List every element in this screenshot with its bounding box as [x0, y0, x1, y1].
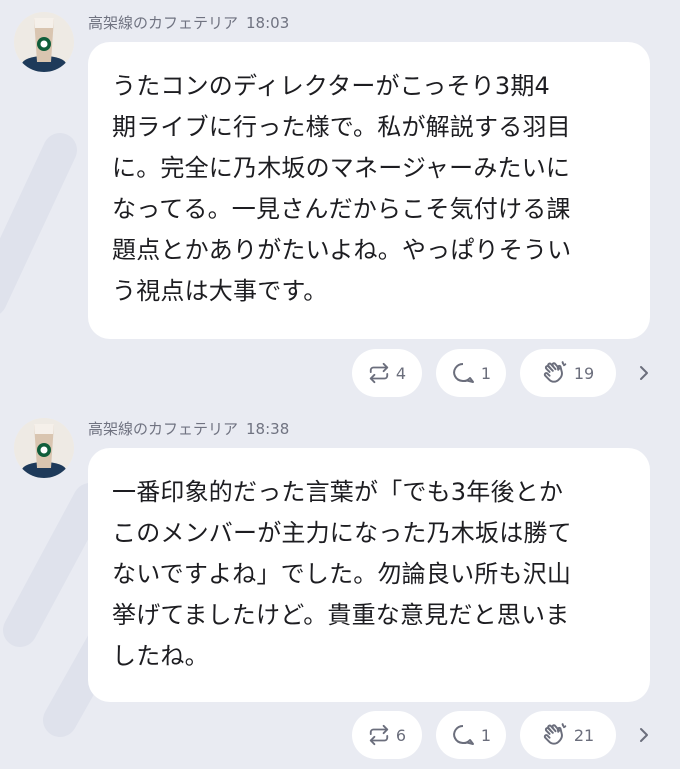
clap-button[interactable]: 21 — [520, 711, 616, 759]
chevron-right-icon[interactable] — [634, 363, 654, 383]
message-line: なってる。一見さんだからこそ気付ける課 — [112, 195, 571, 223]
message-bubble: うたコンのディレクターがこっそり3期4 期ライブに行った様で。私が解説する羽目 … — [88, 42, 650, 339]
repost-icon — [369, 362, 389, 384]
avatar[interactable] — [14, 12, 74, 72]
post-meta: 高架線のカフェテリア 18:38 — [88, 418, 289, 439]
clap-icon — [543, 361, 567, 383]
clap-button[interactable]: 19 — [520, 349, 616, 397]
clap-count: 21 — [573, 725, 595, 745]
repost-count: 6 — [395, 725, 407, 745]
message-line: 期ライブに行った様で。私が解説する羽目 — [112, 113, 571, 141]
username[interactable]: 高架線のカフェテリア — [88, 14, 238, 32]
reply-icon — [453, 363, 474, 383]
reply-button[interactable]: 1 — [436, 349, 506, 397]
clap-icon — [543, 723, 567, 745]
coffee-cup-avatar — [14, 418, 74, 478]
message-line: うたコンのディレクターがこっそり3期4 — [112, 72, 551, 100]
reply-count: 1 — [480, 725, 492, 745]
message-line: このメンバーが主力になった乃木坂は勝て — [112, 519, 572, 547]
message-line: 一番印象的だった言葉が「でも3年後とか — [112, 478, 564, 506]
repost-button[interactable]: 6 — [352, 711, 422, 759]
action-bar: 6 1 21 — [0, 711, 680, 759]
message-line: 挙げてましたけど。貴重な意見だと思いま — [112, 601, 570, 629]
timestamp: 18:03 — [246, 14, 290, 32]
reply-count: 1 — [480, 363, 492, 383]
message-line: したね。 — [112, 642, 209, 670]
avatar[interactable] — [14, 418, 74, 478]
repost-count: 4 — [395, 363, 407, 383]
repost-icon — [369, 724, 389, 746]
timestamp: 18:38 — [246, 420, 290, 438]
repost-button[interactable]: 4 — [352, 349, 422, 397]
reply-icon — [453, 725, 474, 745]
post-meta: 高架線のカフェテリア 18:03 — [88, 12, 289, 33]
message-line: に。完全に乃木坂のマネージャーみたいに — [112, 154, 571, 182]
chevron-right-icon[interactable] — [634, 725, 654, 745]
message-line: 題点とかありがたいよね。やっぱりそうい — [112, 236, 572, 264]
reply-button[interactable]: 1 — [436, 711, 506, 759]
message-bubble: 一番印象的だった言葉が「でも3年後とか このメンバーが主力になった乃木坂は勝て … — [88, 448, 650, 702]
clap-count: 19 — [573, 363, 595, 383]
message-line: う視点は大事です。 — [112, 277, 328, 305]
username[interactable]: 高架線のカフェテリア — [88, 420, 238, 438]
coffee-cup-avatar — [14, 12, 74, 72]
message-line: ないですよね」でした。勿論良い所も沢山 — [112, 560, 572, 588]
action-bar: 4 1 19 — [0, 349, 680, 397]
